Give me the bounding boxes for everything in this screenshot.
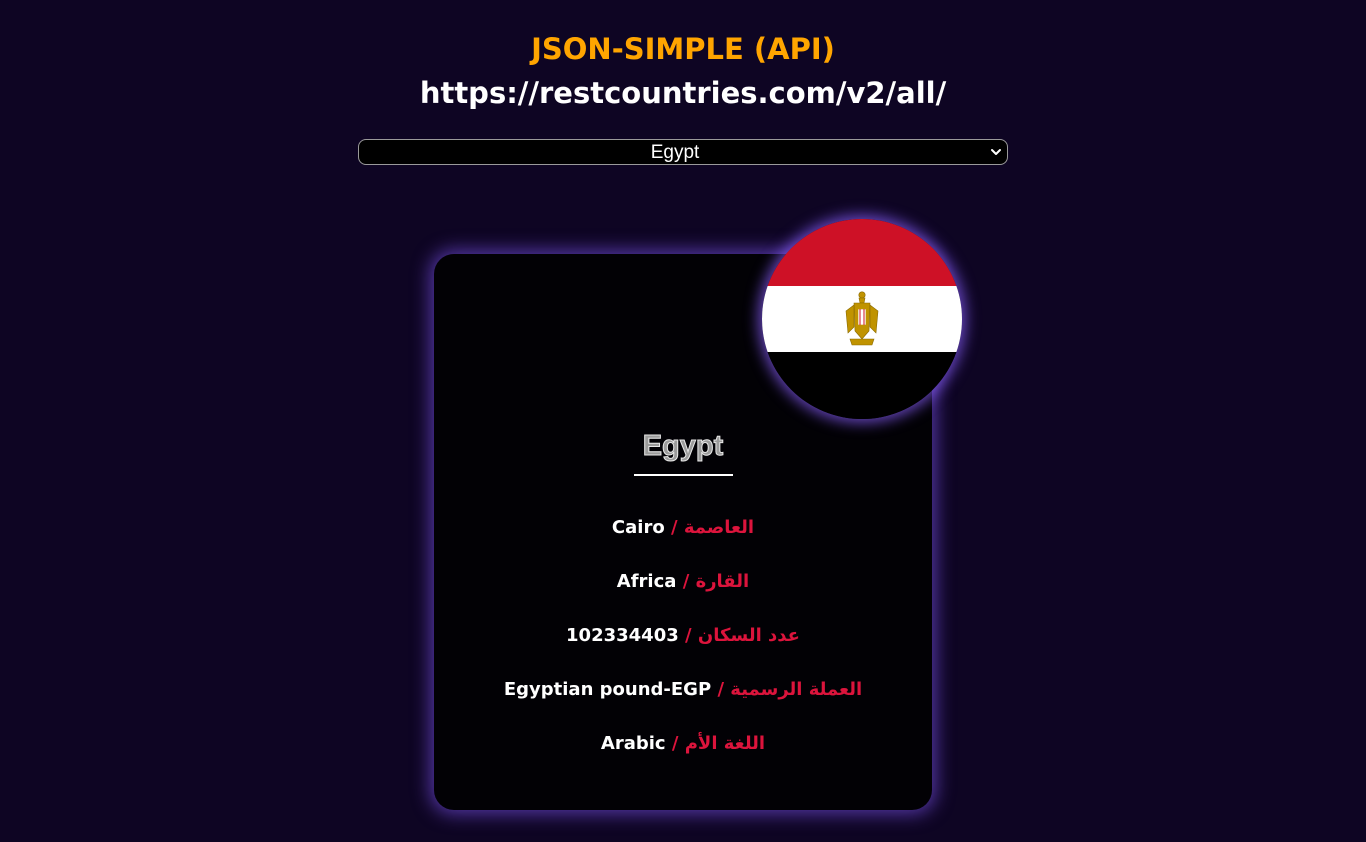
api-url: https://restcountries.com/v2/all/ [419, 76, 947, 110]
page: JSON-SIMPLE (API) https://restcountries.… [0, 0, 1366, 842]
capital-label: العاصمة [683, 517, 755, 538]
info-row-currency: Egyptian pound-EGP / العملة الرسمية [434, 677, 932, 703]
currency-label: العملة الرسمية [730, 679, 863, 700]
row-separator: / [682, 571, 690, 592]
info-row-language: Arabic / اللغة الأم [434, 731, 932, 757]
page-title: JSON-SIMPLE (API) [531, 32, 835, 66]
language-label: اللغة الأم [684, 733, 766, 754]
country-name: Egypt [642, 430, 724, 463]
row-separator: / [670, 517, 678, 538]
language-value: Arabic [600, 733, 666, 754]
currency-value: Egyptian pound-EGP [503, 679, 712, 700]
info-row-capital: Cairo / العاصمة [434, 515, 932, 541]
title-underline [634, 474, 733, 476]
population-value: 102334403 [566, 625, 679, 646]
info-row-population: 102334403 / عدد السكان [434, 623, 932, 649]
row-separator: / [717, 679, 725, 700]
continent-label: القارة [695, 571, 750, 592]
country-select[interactable]: Egypt [358, 139, 1008, 165]
country-select-wrapper: Egypt [358, 139, 1008, 165]
population-label: عدد السكان [697, 625, 800, 646]
capital-value: Cairo [611, 517, 665, 538]
row-separator: / [671, 733, 679, 754]
row-separator: / [685, 625, 692, 646]
info-row-continent: Africa / القارة [434, 569, 932, 595]
continent-value: Africa [616, 571, 677, 592]
egypt-flag-icon [762, 219, 962, 419]
